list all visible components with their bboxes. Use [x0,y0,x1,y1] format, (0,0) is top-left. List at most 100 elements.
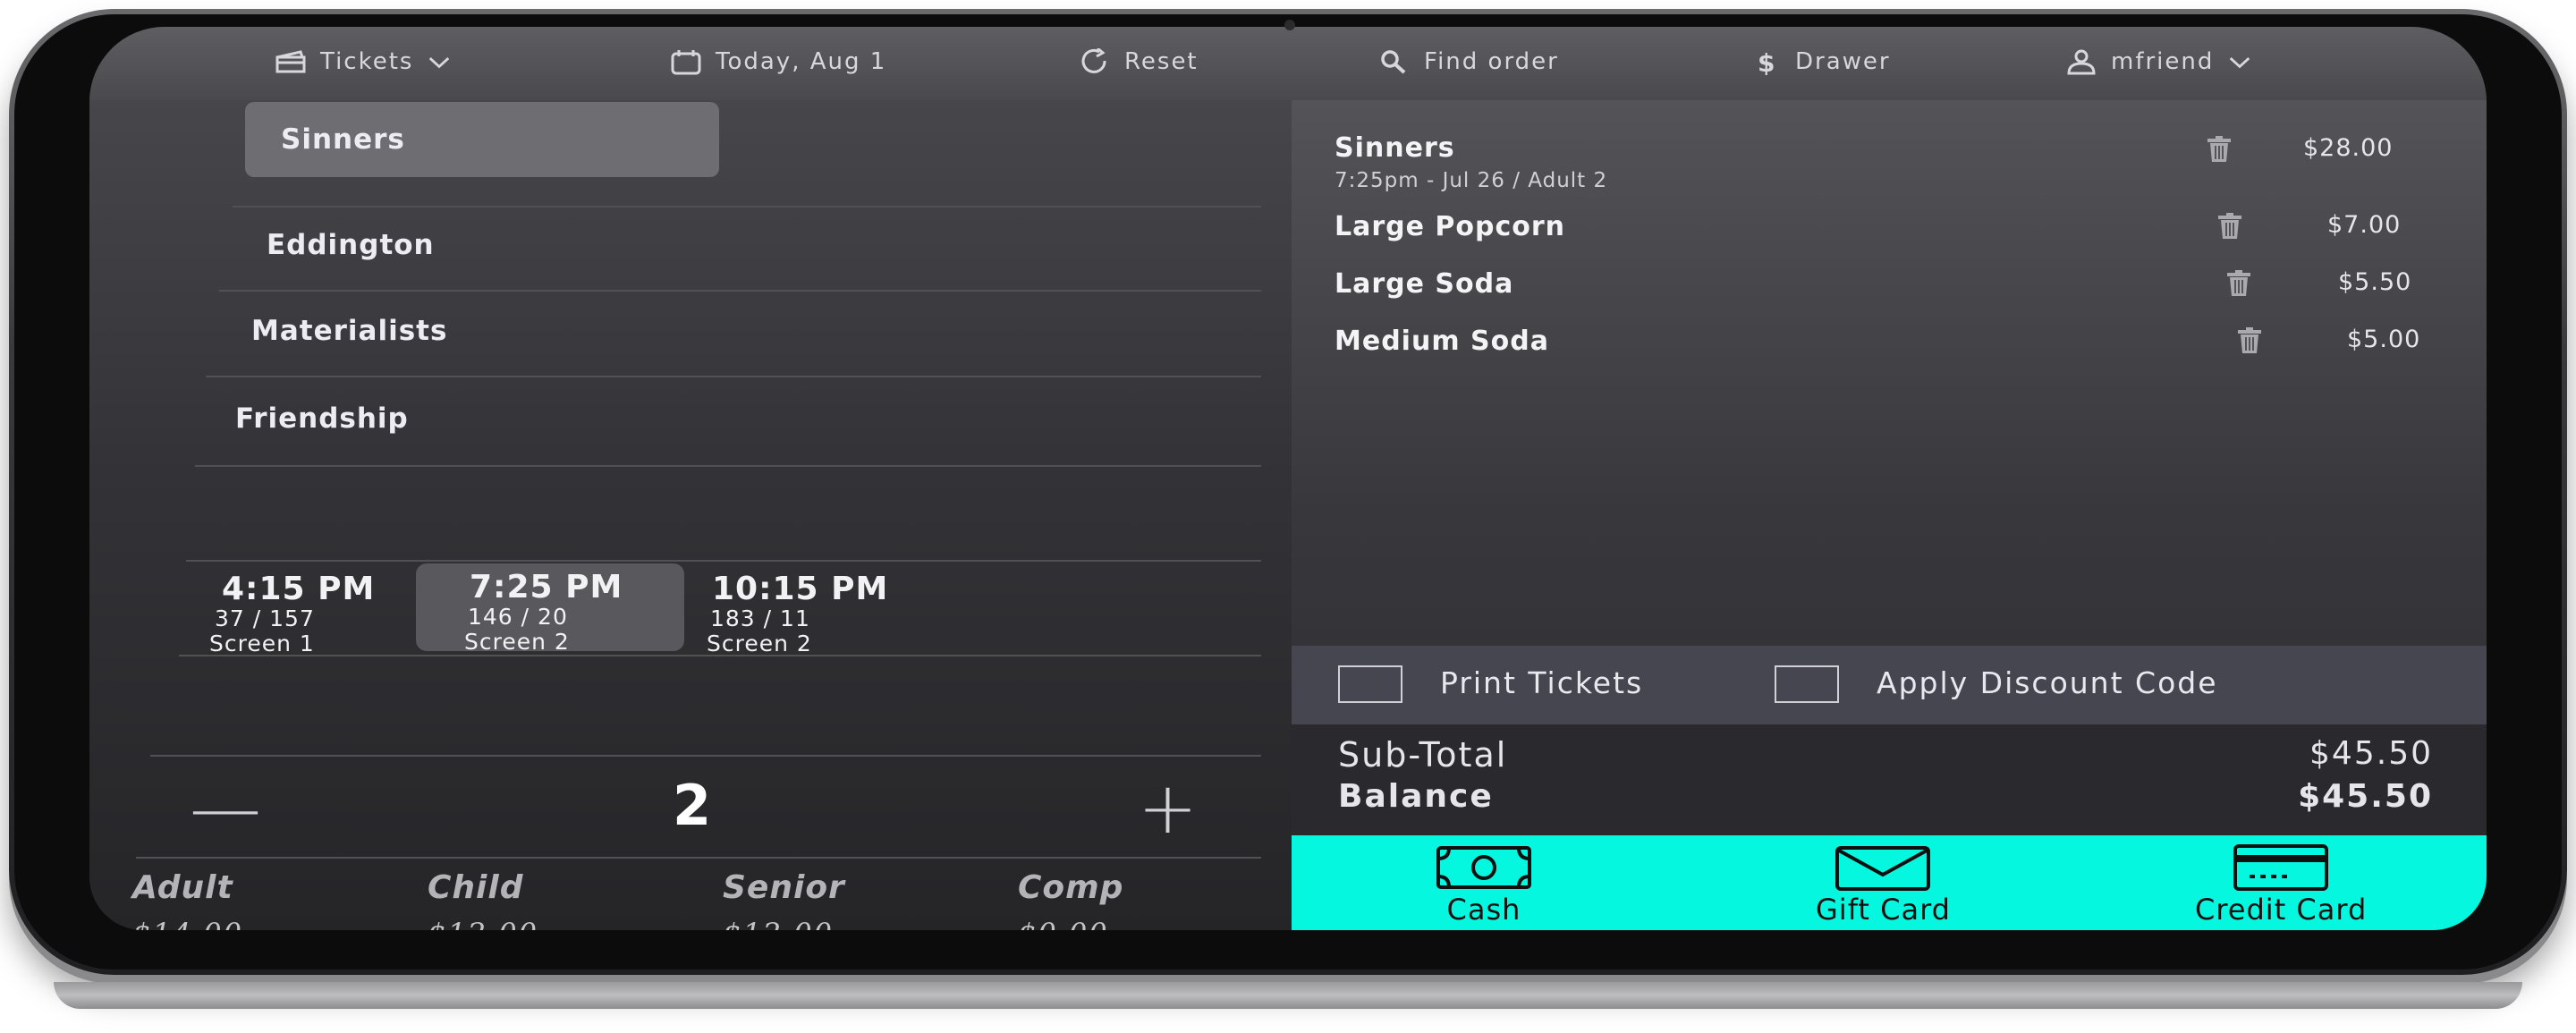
search-icon [1381,50,1406,74]
apply-discount-label: Apply Discount Code [1877,665,2218,700]
trash-icon[interactable] [2234,327,2265,354]
showtime-time: 7:25 PM [470,569,623,605]
tickets-label: Tickets [320,48,414,75]
order-item-name: Large Popcorn [1335,211,1566,242]
ticket-type-price: $14.00 [132,917,243,930]
ticket-type-name: Child [428,869,524,906]
date-label: Today, Aug 1 [716,48,887,75]
print-tickets-checkbox[interactable] [1338,665,1402,703]
divider [195,465,1261,467]
showtime-725[interactable]: 7:25 PM 146 / 20 Screen 2 [416,563,684,655]
movie-title: Sinners [281,123,405,156]
find-order-label: Find order [1424,48,1559,75]
ticket-type-comp[interactable]: Comp $0.00 [1018,869,1123,930]
refresh-icon [1081,48,1106,73]
order-item-name: Medium Soda [1335,326,1549,357]
tickets-menu[interactable]: Tickets [274,48,453,75]
showtime-time: 4:15 PM [222,571,376,607]
divider [150,755,1261,757]
ticket-type-senior[interactable]: Senior $12.00 [723,869,845,930]
movie-item-friendship[interactable]: Friendship [235,376,1219,465]
order-totals: Sub-Total $45.50 Balance $45.50 [1292,724,2487,835]
trash-icon[interactable] [2224,270,2254,297]
divider [179,655,1261,656]
movie-item-sinners[interactable]: Sinners [245,102,719,177]
order-item[interactable]: Large Popcorn [1335,211,1565,242]
envelope-icon [1835,846,1931,891]
movie-title: Friendship [235,402,409,435]
order-item[interactable]: Large Soda [1335,268,1513,300]
showtime-415[interactable]: 4:15 PM 37 / 157 Screen 1 [204,565,419,656]
showtime-time: 10:15 PM [712,571,889,607]
calendar-icon [671,50,701,75]
movie-item-eddington[interactable]: Eddington [267,206,1250,286]
decrease-quantity-button[interactable]: — [190,773,261,844]
increase-quantity-button[interactable]: + [1138,773,1198,844]
order-item-price: $5.00 [2347,326,2421,353]
order-panel: Sinners 7:25pm - Jul 26 / Adult 2 $28.00… [1292,100,2487,930]
chevron-down-icon [429,57,450,69]
dollar-icon: $ [1758,48,1776,75]
quantity-value: 2 [673,773,712,838]
date-picker[interactable]: Today, Aug 1 [669,48,886,75]
svg-text:$: $ [1758,48,1776,75]
divider [186,560,1261,562]
find-order-button[interactable]: Find order [1377,48,1559,75]
cash-button[interactable]: Cash [1435,842,1533,927]
cash-icon [1436,846,1531,889]
movie-title: Eddington [267,229,435,261]
showtime-screen: Screen 2 [464,629,570,655]
showtime-seats: 183 / 11 [710,605,810,631]
chevron-down-icon [2230,57,2250,69]
order-item[interactable]: Sinners 7:25pm - Jul 26 / Adult 2 [1335,132,1607,192]
order-item-price: $5.50 [2338,268,2412,296]
order-item-price: $7.00 [2327,211,2402,239]
apply-discount-checkbox[interactable] [1775,665,1839,703]
ticket-type-price: $0.00 [1018,917,1123,930]
credit-card-icon [2233,844,2329,891]
selection-panel: Sinners Eddington Materialists Friendshi… [89,100,1292,930]
order-item-price: $28.00 [2303,134,2394,162]
reset-button[interactable]: Reset [1078,48,1199,75]
camera-dot [1284,20,1295,30]
user-icon [2067,49,2096,75]
payment-bar: Cash Gift Card Credit Card [1292,835,2487,930]
drawer-button[interactable]: $ Drawer [1749,48,1891,75]
order-item-name: Sinners [1335,132,1455,164]
ticket-type-child[interactable]: Child $12.00 [428,869,538,930]
ticket-type-price: $12.00 [428,917,538,930]
showtime-screen: Screen 1 [209,631,315,656]
ticket-type-name: Adult [132,869,233,906]
print-tickets-label: Print Tickets [1440,665,1644,700]
subtotal-label: Sub-Total [1338,735,1508,775]
balance-value: $45.50 [2298,778,2433,815]
drawer-label: Drawer [1795,48,1891,75]
top-bar: Tickets Today, Aug 1 Reset Find order $ … [89,27,2487,100]
showtime-1015[interactable]: 10:15 PM 183 / 11 Screen 2 [707,565,939,656]
cash-label: Cash [1446,893,1521,927]
reset-label: Reset [1124,48,1199,75]
gift-card-button[interactable]: Gift Card [1816,842,1951,927]
order-item-name: Large Soda [1335,268,1514,300]
showtime-seats: 146 / 20 [468,604,568,630]
pos-screen: Tickets Today, Aug 1 Reset Find order $ … [89,27,2487,930]
user-menu[interactable]: mfriend [2064,48,2253,75]
subtotal-value: $45.50 [2309,735,2433,772]
username-label: mfriend [2111,48,2215,75]
credit-card-label: Credit Card [2195,893,2368,927]
trash-icon[interactable] [2215,213,2245,240]
credit-card-button[interactable]: Credit Card [2195,842,2367,927]
ticket-icon [275,50,306,73]
showtime-screen: Screen 2 [707,631,812,656]
order-item[interactable]: Medium Soda [1335,326,1549,357]
movie-title: Materialists [251,315,448,347]
movie-item-materialists[interactable]: Materialists [251,290,1235,376]
ticket-type-name: Senior [723,869,845,906]
order-options: Print Tickets Apply Discount Code [1292,646,2487,724]
order-item-detail: 7:25pm - Jul 26 / Adult 2 [1335,169,1608,192]
gift-card-label: Gift Card [1816,893,1951,927]
tablet-edge [54,982,2522,1009]
ticket-type-price: $12.00 [723,917,845,930]
trash-icon[interactable] [2204,136,2234,163]
ticket-type-adult[interactable]: Adult $14.00 [132,869,243,930]
